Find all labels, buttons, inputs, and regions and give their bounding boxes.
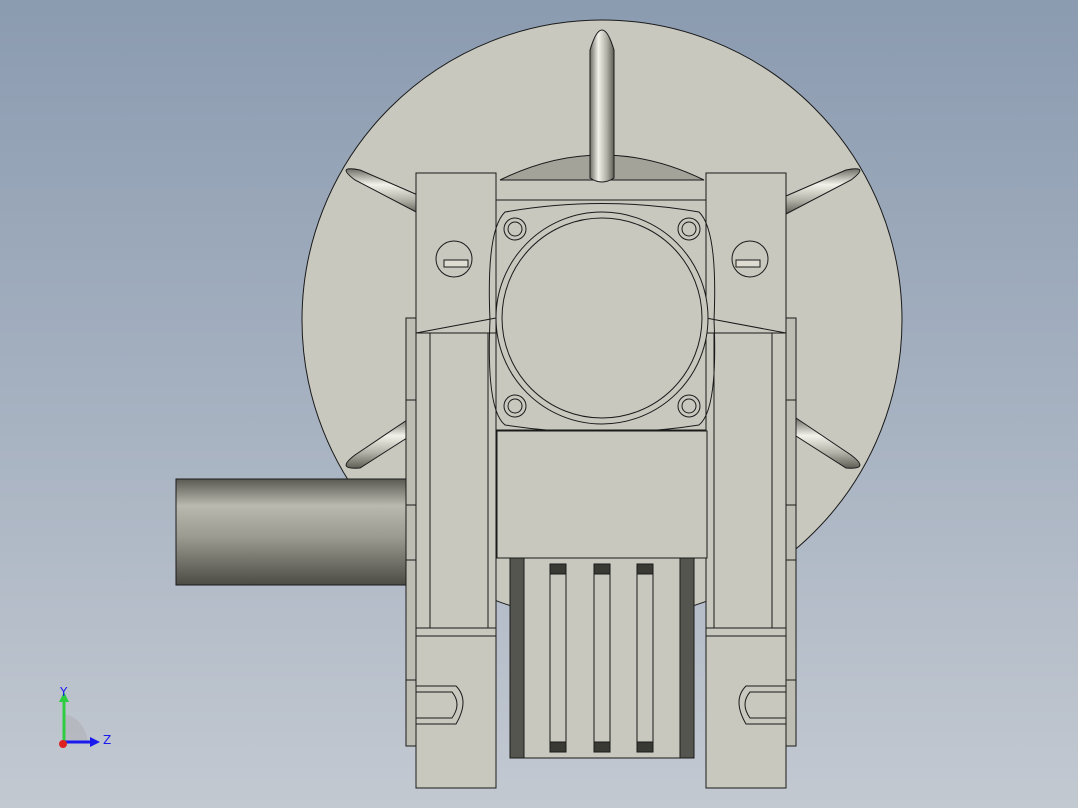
triad-xz-plane: [64, 714, 88, 742]
bolt-hole-bottom-left: [503, 394, 527, 418]
plug-left[interactable]: [435, 240, 473, 278]
output-shaft[interactable]: [175, 478, 411, 586]
right-mounting-foot[interactable]: [705, 627, 787, 789]
left-mounting-foot[interactable]: [415, 627, 497, 789]
plug-right[interactable]: [731, 240, 769, 278]
cooling-fin-top: [589, 29, 615, 183]
cad-viewport[interactable]: [0, 0, 1078, 808]
bolt-hole-bottom-right: [677, 394, 701, 418]
bolt-hole-top-right: [677, 217, 701, 241]
rib-3: [636, 563, 654, 753]
rib-1: [549, 563, 567, 753]
orientation-triad: Y Z: [59, 685, 111, 748]
y-axis-label: Y: [59, 685, 68, 699]
ribbed-section: [509, 557, 695, 759]
lower-body-plate[interactable]: [496, 430, 708, 559]
z-axis-arrow: [90, 737, 100, 747]
rib-2: [593, 563, 611, 753]
z-axis-label: Z: [103, 733, 111, 747]
input-bore: [495, 211, 709, 425]
bolt-hole-top-left: [503, 217, 527, 241]
x-axis-dot: [59, 740, 67, 748]
